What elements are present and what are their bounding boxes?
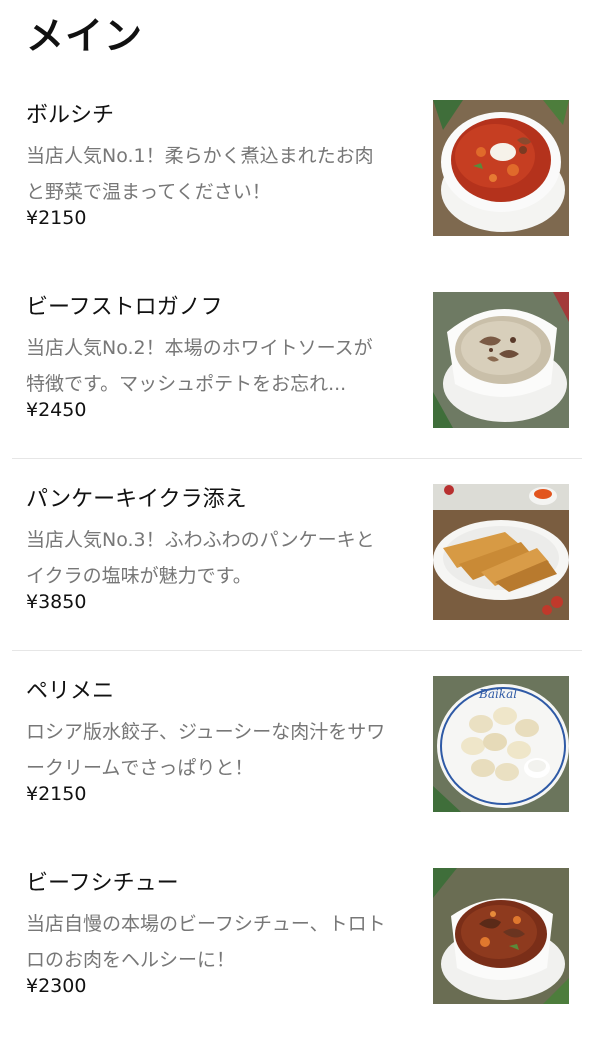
item-description: 当店人気No.2！本場のホワイトソースが特徴です。マッシュポテトをお忘れ... [26,337,373,395]
item-name: ボルシチ [26,103,115,128]
item-name: ビーフシチュー [26,871,179,896]
pancake-ikura-photo[interactable] [433,484,569,620]
divider [12,650,582,651]
menu-item-pancake-ikura[interactable]: パンケーキイクラ添え 当店人気No.3！ふわふわのパンケーキとイクラの塩味が魅力… [0,484,594,676]
item-name: ペリメニ [26,679,115,704]
pelmeni-photo[interactable]: Baikal [433,676,569,812]
item-price: ¥2150 [26,783,87,805]
item-name: パンケーキイクラ添え [26,487,247,512]
beef-stew-photo[interactable] [433,868,569,1004]
item-price: ¥2300 [26,975,87,997]
item-description: ロシア版水餃子、ジューシーな肉汁をサワークリームでさっぱりと！ [26,721,386,779]
section-title: メイン [26,14,144,58]
item-price: ¥3850 [26,591,87,613]
menu-item-beef-stroganoff[interactable]: ビーフストロガノフ 当店人気No.2！本場のホワイトソースが特徴です。マッシュポ… [0,292,594,484]
item-description: 当店人気No.1！柔らかく煮込まれたお肉と野菜で温まってください！ [26,145,374,203]
menu-item-borscht[interactable]: ボルシチ 当店人気No.1！柔らかく煮込まれたお肉と野菜で温まってください！ ¥… [0,100,594,292]
item-description: 当店人気No.3！ふわふわのパンケーキとイクラの塩味が魅力です。 [26,529,375,587]
menu-item-pelmeni[interactable]: ペリメニ ロシア版水餃子、ジューシーな肉汁をサワークリームでさっぱりと！ ¥21… [0,676,594,868]
divider [12,458,582,459]
item-description: 当店自慢の本場のビーフシチュー、トロトロのお肉をヘルシーに！ [26,913,386,971]
borscht-photo[interactable] [433,100,569,236]
plate-text: Baikal [478,687,517,701]
beef-stroganoff-photo[interactable] [433,292,569,428]
menu-item-beef-stew[interactable]: ビーフシチュー 当店自慢の本場のビーフシチュー、トロトロのお肉をヘルシーに！ ¥… [0,868,594,1060]
item-price: ¥2450 [26,399,87,421]
item-price: ¥2150 [26,207,87,229]
item-name: ビーフストロガノフ [26,295,223,320]
